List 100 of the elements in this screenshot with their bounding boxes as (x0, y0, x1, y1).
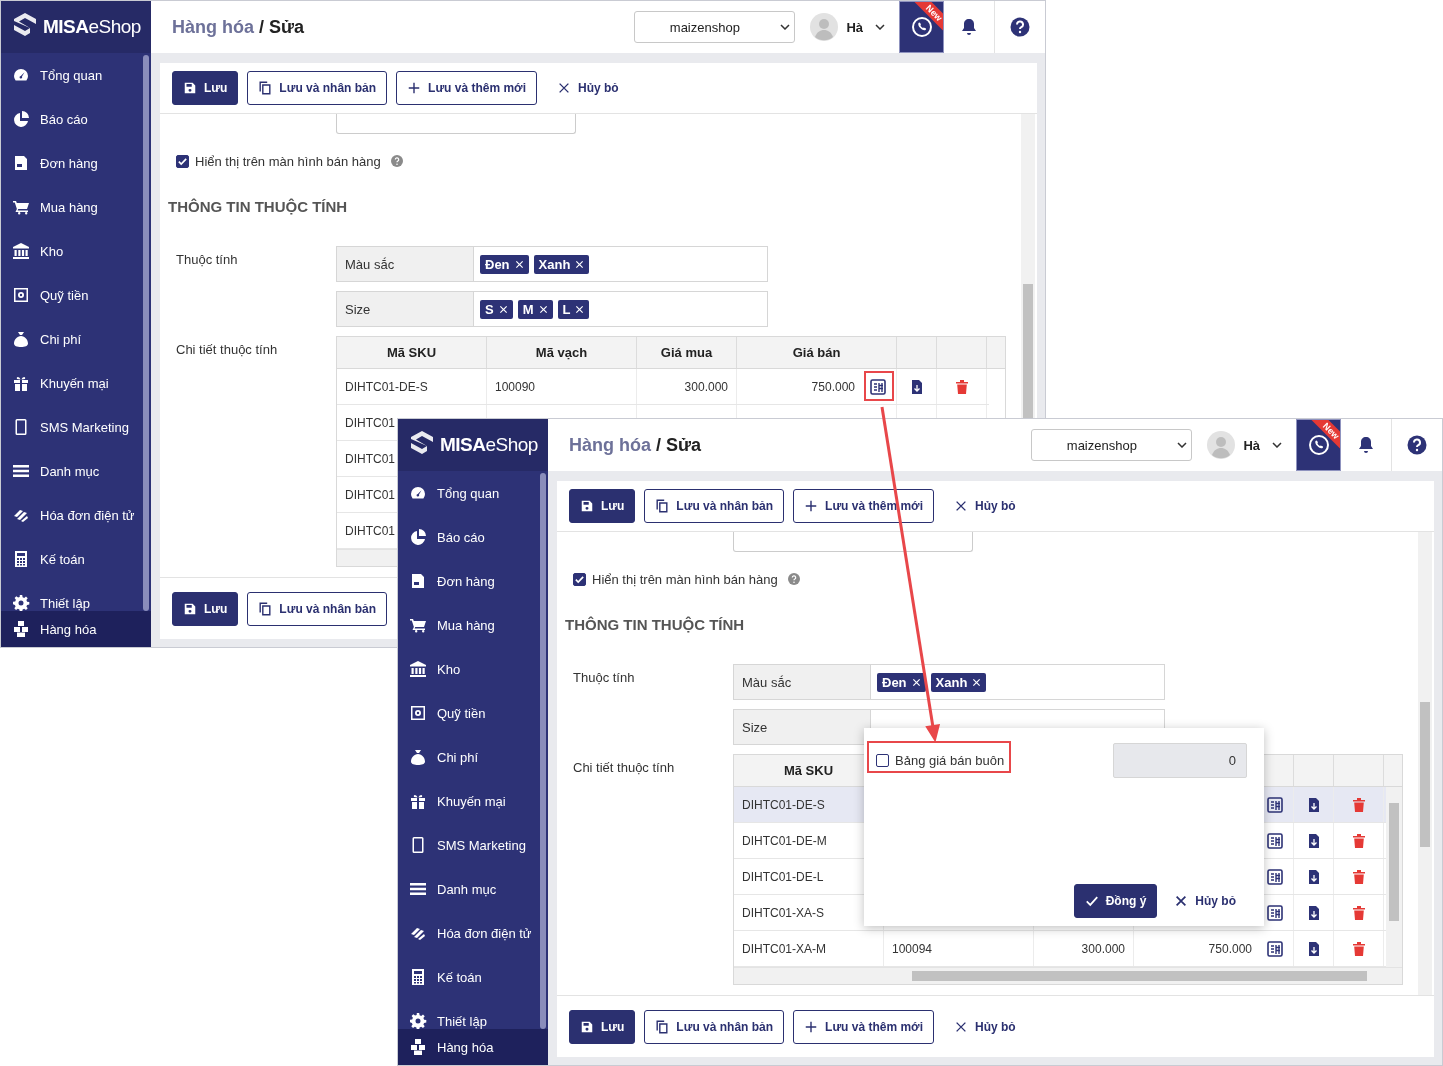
breadcrumb-link[interactable]: Hàng hóa (569, 434, 651, 456)
value-tag[interactable]: M (517, 299, 553, 319)
table-row[interactable]: DIHTC01-DE-S 100090 300.000 750.000 (337, 369, 989, 405)
toolbar-button[interactable]: Lưu và nhân bản (644, 1009, 785, 1044)
trash-icon[interactable] (1350, 868, 1367, 885)
sidebar-item[interactable]: Báo cáo (1, 97, 151, 141)
value-tag[interactable]: L (557, 299, 590, 319)
toolbar-button[interactable]: Lưu và thêm mới (793, 489, 934, 523)
trash-icon[interactable] (953, 378, 970, 395)
help-icon[interactable] (1010, 17, 1030, 37)
price-table-icon[interactable] (1267, 868, 1283, 885)
sidebar-item[interactable]: Hóa đơn điện tử (398, 911, 548, 955)
checkbox-label[interactable]: Bảng giá bán buôn (895, 753, 1005, 768)
attribute-field[interactable]: Size S M L (336, 291, 768, 327)
scrollbar[interactable] (143, 55, 149, 611)
sidebar-item[interactable]: SMS Marketing (398, 823, 548, 867)
sidebar-item[interactable]: Khuyến mại (1, 361, 151, 405)
sidebar-item[interactable]: Hóa đơn điện tử (1, 493, 151, 537)
sidebar-item[interactable]: Thiết lập (398, 999, 548, 1029)
toolbar-button[interactable]: Lưu và nhân bản (247, 71, 388, 105)
sidebar-item[interactable]: Mua hàng (398, 603, 548, 647)
attribute-field[interactable]: Màu sắc Đen Xanh (336, 246, 768, 282)
value-tag[interactable]: S (480, 299, 513, 319)
sidebar-item[interactable]: SMS Marketing (1, 405, 151, 449)
close-icon[interactable] (538, 304, 548, 314)
close-icon[interactable] (575, 259, 585, 269)
sidebar-item[interactable]: Chi phí (398, 735, 548, 779)
value-tag[interactable]: Đen (877, 672, 926, 692)
text-field[interactable] (336, 114, 576, 134)
sidebar-item[interactable]: Báo cáo (398, 515, 548, 559)
sidebar-item[interactable]: Tổng quan (398, 471, 548, 515)
sidebar-item[interactable]: Hàng hóa (398, 1029, 548, 1065)
price-table-icon[interactable] (870, 378, 886, 395)
sidebar-item[interactable]: Đơn hàng (398, 559, 548, 603)
sidebar-item[interactable]: Danh mục (1, 449, 151, 493)
toolbar-button[interactable]: Lưu (172, 71, 239, 105)
sidebar-item[interactable]: Kho (398, 647, 548, 691)
trash-icon[interactable] (1350, 832, 1367, 849)
sidebar-item[interactable]: Quỹ tiền (398, 691, 548, 735)
sidebar-item[interactable]: Quỹ tiền (1, 273, 151, 317)
bell-icon[interactable] (1358, 436, 1374, 454)
checkbox[interactable] (573, 572, 586, 586)
sidebar-item[interactable]: Kế toán (398, 955, 548, 999)
store-dropdown[interactable]: maizenshop (634, 11, 796, 43)
trash-icon[interactable] (1350, 796, 1367, 813)
toolbar-button[interactable]: Hủy bỏ (545, 71, 630, 105)
price-table-icon[interactable] (1267, 904, 1283, 921)
close-icon[interactable] (514, 259, 524, 269)
toolbar-button[interactable]: Lưu (569, 1009, 636, 1044)
scrollbar[interactable] (1418, 532, 1432, 995)
sidebar-item[interactable]: Danh mục (398, 867, 548, 911)
toolbar-button[interactable]: Lưu và nhân bản (644, 489, 785, 523)
toolbar-button[interactable]: Lưu và thêm mới (396, 71, 537, 105)
dialog-button[interactable]: Hủy bỏ (1163, 884, 1247, 918)
price-table-icon[interactable] (1267, 940, 1283, 957)
sidebar-item[interactable]: Mua hàng (1, 185, 151, 229)
close-icon[interactable] (498, 304, 508, 314)
close-icon[interactable] (575, 304, 585, 314)
checkbox-label[interactable]: Hiển thị trên màn hình bán hàng (195, 153, 381, 169)
toolbar-button[interactable]: Hủy bỏ (942, 489, 1027, 523)
breadcrumb-link[interactable]: Hàng hóa (172, 16, 254, 38)
toolbar-button[interactable]: Lưu (172, 591, 239, 626)
table-row[interactable]: DIHTC01-XA-M 100094 300.000 750.000 (734, 931, 1386, 967)
user-name[interactable]: Hà (1243, 437, 1260, 453)
toolbar-button[interactable]: Hủy bỏ (942, 1009, 1027, 1044)
price-table-icon[interactable] (1267, 796, 1283, 813)
toolbar-button[interactable]: Lưu và thêm mới (793, 1009, 934, 1044)
dialog-button[interactable]: Đồng ý (1073, 884, 1158, 918)
sidebar-item[interactable]: Đơn hàng (1, 141, 151, 185)
sidebar-item[interactable]: Kế toán (1, 537, 151, 581)
help-icon[interactable] (1407, 435, 1427, 455)
toolbar-button[interactable]: Lưu (569, 489, 636, 523)
checkbox-label[interactable]: Hiển thị trên màn hình bán hàng (592, 571, 778, 587)
value-tag[interactable]: Xanh (533, 254, 590, 274)
sidebar-item[interactable]: Tổng quan (1, 53, 151, 97)
toolbar-button[interactable]: Lưu và nhân bản (247, 591, 388, 626)
sidebar-item[interactable]: Khuyến mại (398, 779, 548, 823)
sidebar-item[interactable]: Chi phí (1, 317, 151, 361)
sidebar-item[interactable]: Hàng hóa (1, 611, 151, 647)
close-icon[interactable] (911, 677, 921, 687)
user-name[interactable]: Hà (846, 19, 863, 35)
price-table-icon[interactable] (1267, 832, 1283, 849)
scrollbar[interactable] (540, 473, 546, 1029)
sidebar-item[interactable]: Kho (1, 229, 151, 273)
sidebar-item[interactable]: Thiết lập (1, 581, 151, 611)
value-tag[interactable]: Xanh (930, 672, 987, 692)
chevron-down-icon[interactable] (875, 24, 885, 30)
scrollbar[interactable] (1386, 787, 1402, 967)
store-dropdown[interactable]: maizenshop (1031, 429, 1193, 461)
checkbox[interactable] (176, 154, 189, 168)
close-icon[interactable] (972, 677, 982, 687)
bell-icon[interactable] (961, 18, 977, 36)
trash-icon[interactable] (1350, 940, 1367, 957)
trash-icon[interactable] (1350, 904, 1367, 921)
attribute-field[interactable]: Màu sắc Đen Xanh (733, 664, 1165, 700)
text-field[interactable] (733, 532, 973, 552)
value-tag[interactable]: Đen (480, 254, 529, 274)
attribute-field[interactable]: Size (733, 709, 1165, 745)
scrollbar[interactable] (734, 967, 1402, 984)
chevron-down-icon[interactable] (1272, 442, 1282, 448)
